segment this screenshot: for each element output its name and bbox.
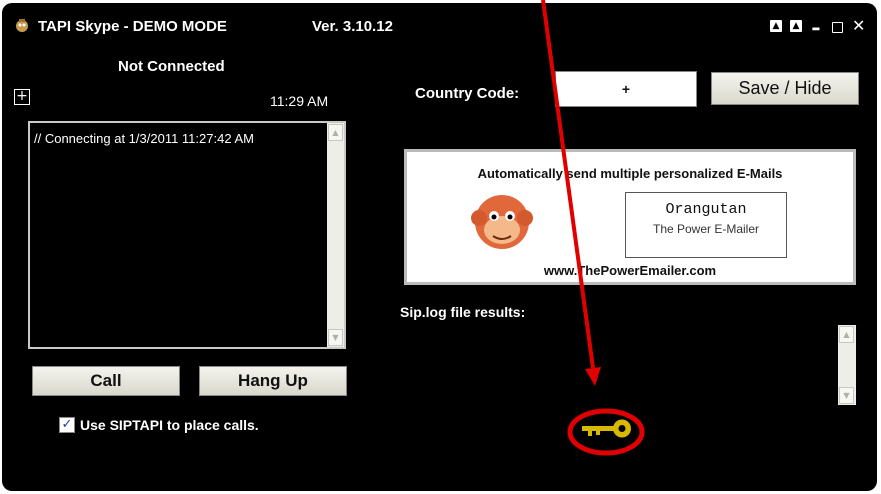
scroll-up-icon[interactable]: ▲	[839, 326, 854, 343]
close-icon[interactable]: ✕	[852, 18, 865, 34]
hang-up-button[interactable]: Hang Up	[199, 366, 347, 396]
arrow-up-icon[interactable]: ▲	[790, 20, 802, 32]
scroll-up-icon[interactable]: ▲	[328, 124, 343, 141]
orangutan-icon	[471, 195, 533, 249]
scroll-down-icon[interactable]: ▼	[328, 329, 343, 346]
banner-headline: Automatically send multiple personalized…	[477, 166, 783, 181]
banner-url[interactable]: www.ThePowerEmailer.com	[407, 263, 853, 278]
call-button[interactable]: Call	[32, 366, 180, 396]
key-icon[interactable]	[578, 415, 634, 441]
app-window: TAPI Skype - DEMO MODE Ver. 3.10.12 ▲ ▲ …	[2, 3, 877, 491]
scroll-down-icon[interactable]: ▼	[839, 387, 854, 404]
product-name: Orangutan	[665, 201, 747, 218]
app-icon	[16, 19, 28, 32]
maximize-icon[interactable]	[832, 22, 843, 33]
connection-status: Not Connected	[118, 58, 225, 75]
log-text: // Connecting at 1/3/2011 11:27:42 AM	[34, 131, 254, 146]
save-hide-button[interactable]: Save / Hide	[711, 72, 859, 105]
sip-log-scrollbar[interactable]: ▲ ▼	[838, 325, 856, 405]
sip-log-label: Sip.log file results:	[400, 304, 526, 320]
siptapi-label: Use SIPTAPI to place calls.	[80, 417, 259, 433]
country-code-label: Country Code:	[415, 85, 520, 102]
minimize-icon[interactable]: ▂	[810, 20, 822, 32]
ad-banner[interactable]: Automatically send multiple personalized…	[404, 149, 856, 285]
window-title: TAPI Skype - DEMO MODE	[38, 18, 227, 35]
clock-time: 11:29 AM	[270, 93, 329, 109]
version-label: Ver. 3.10.12	[312, 18, 393, 35]
log-textarea[interactable]: // Connecting at 1/3/2011 11:27:42 AM ▲ …	[28, 121, 346, 349]
siptapi-checkbox[interactable]: ✓	[59, 417, 75, 433]
product-box: Orangutan The Power E-Mailer	[625, 192, 787, 258]
country-code-input[interactable]: +	[555, 71, 697, 107]
pin-icon[interactable]: ▲	[770, 20, 782, 32]
title-bar[interactable]: TAPI Skype - DEMO MODE Ver. 3.10.12 ▲ ▲ …	[2, 3, 877, 41]
product-subtitle: The Power E-Mailer	[652, 222, 760, 236]
log-scrollbar[interactable]: ▲ ▼	[327, 123, 344, 347]
expand-icon[interactable]: +	[14, 89, 30, 105]
